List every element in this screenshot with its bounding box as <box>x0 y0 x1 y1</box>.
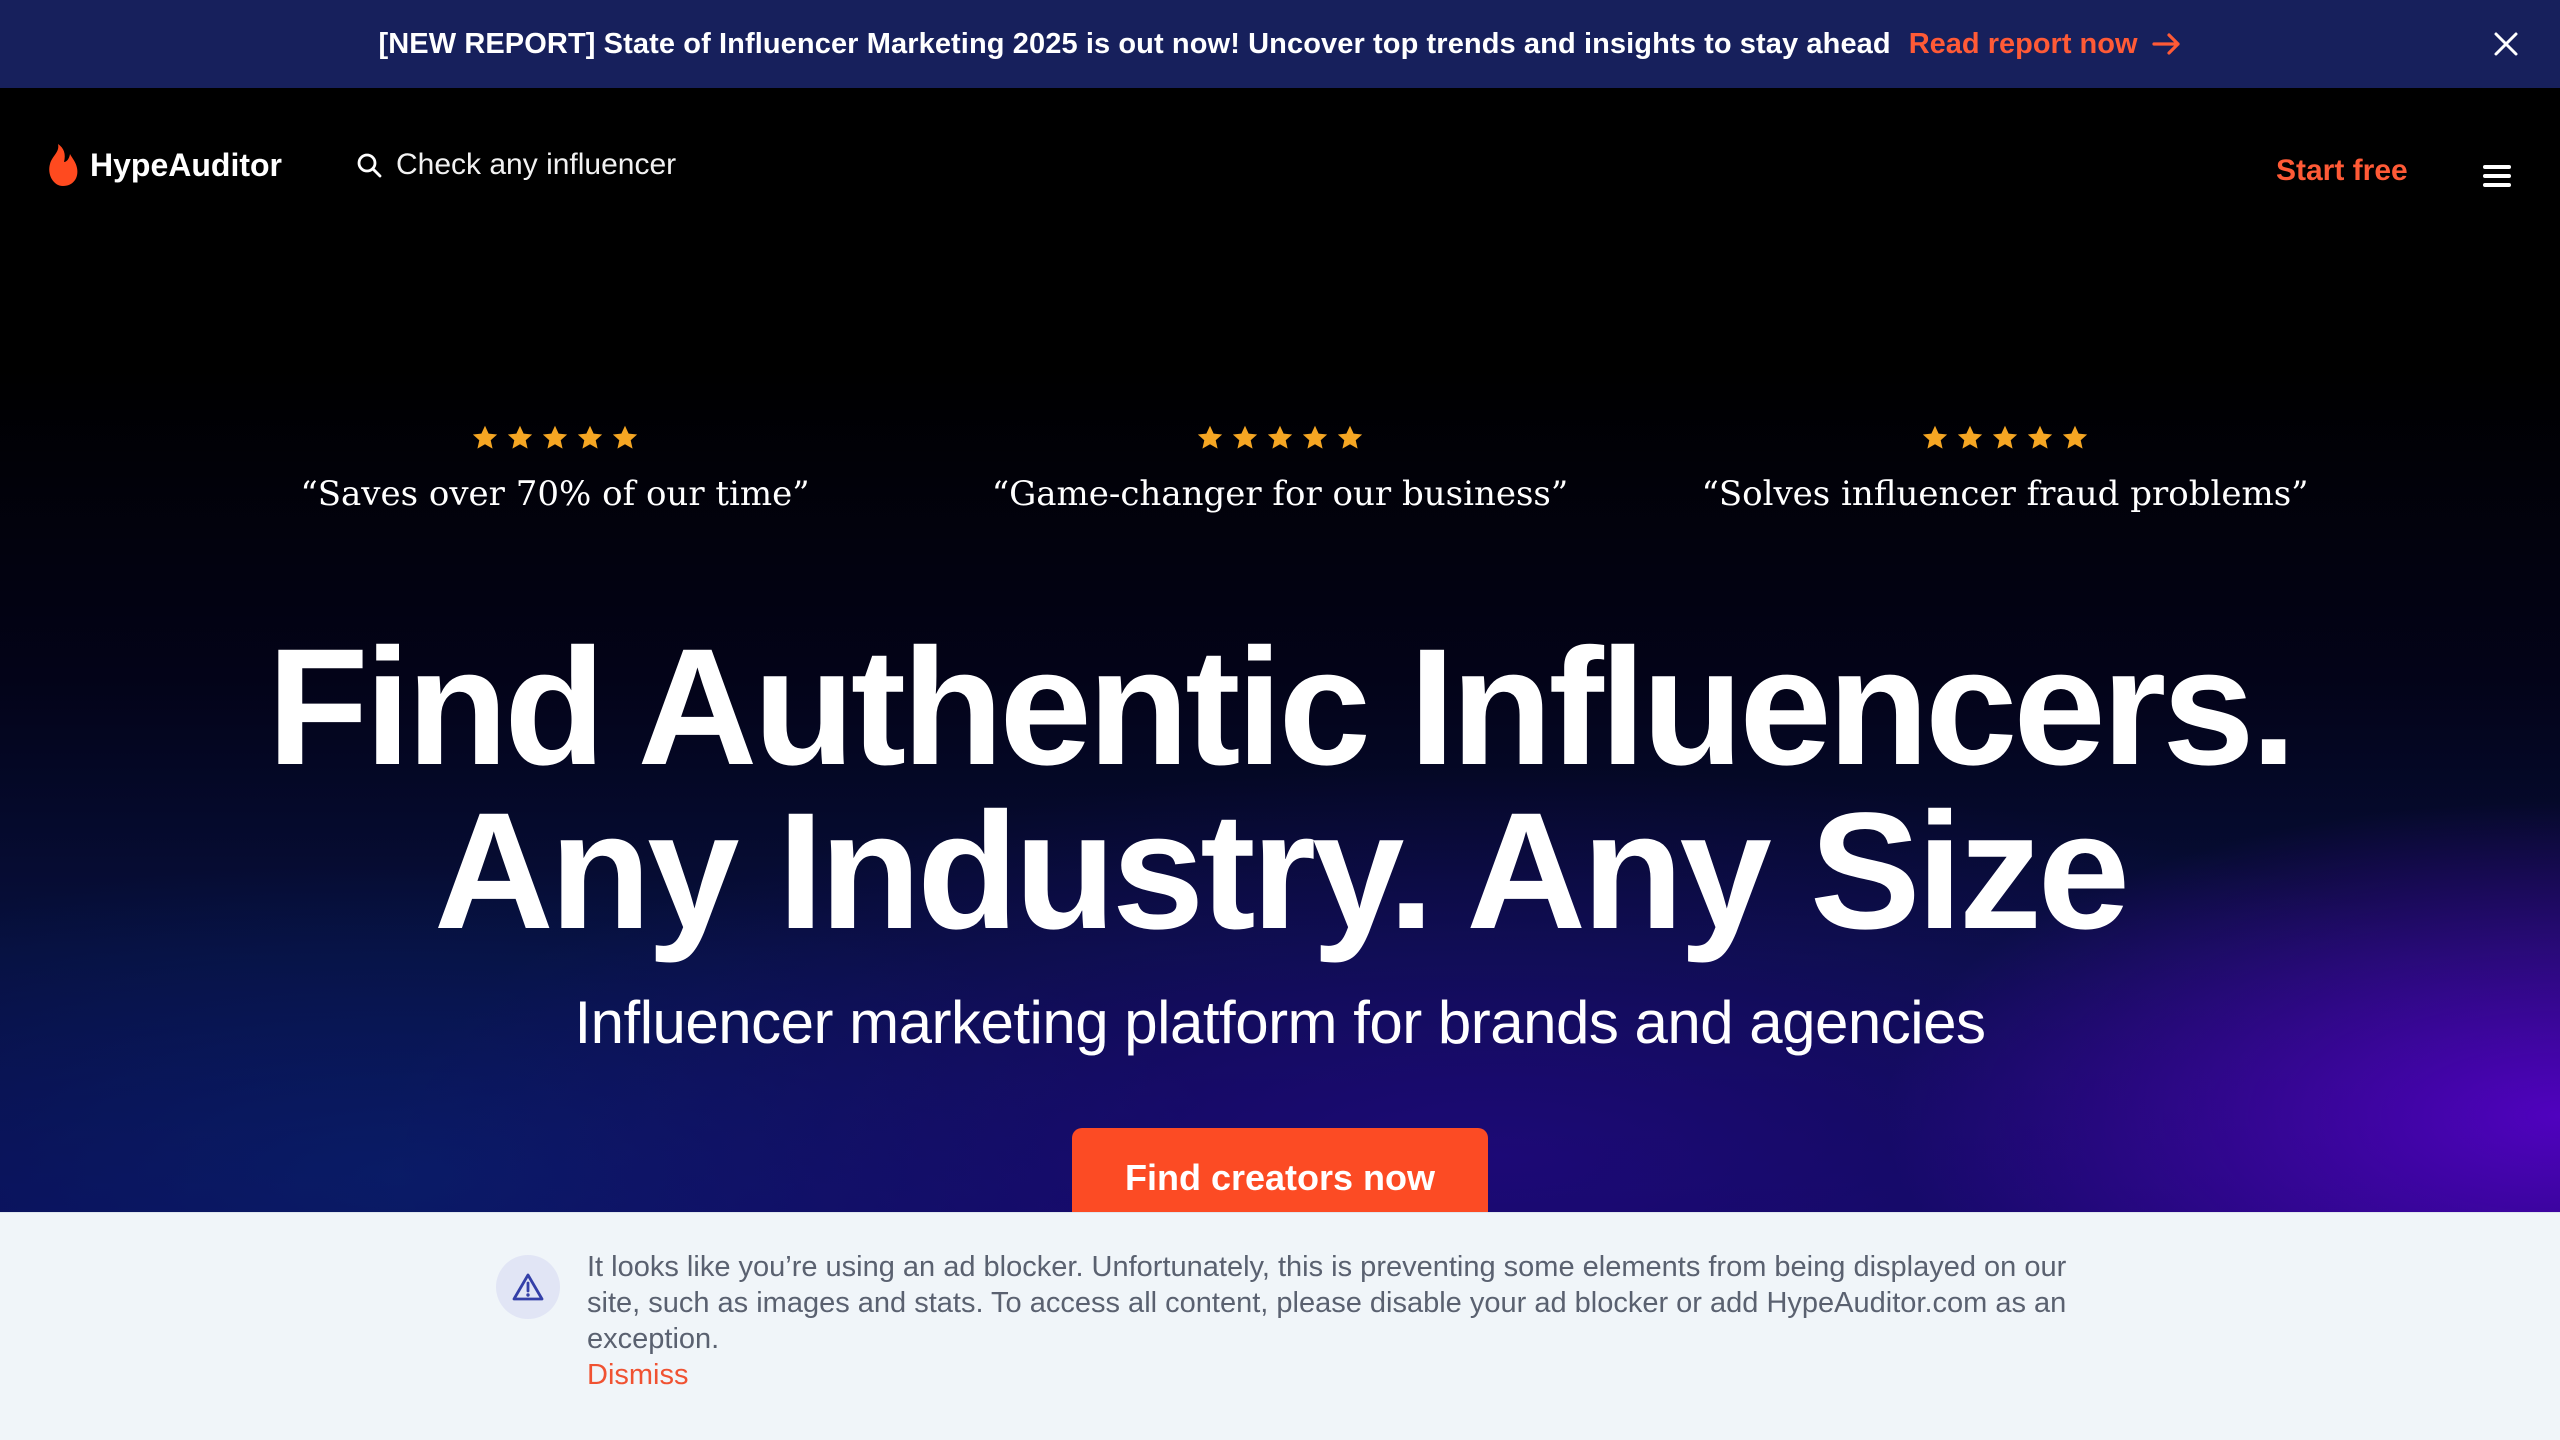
check-influencer-search[interactable]: Check any influencer <box>356 148 676 182</box>
testimonial-1: “Saves over 70% of our time” <box>205 424 905 514</box>
ad-blocker-message: It looks like you’re using an ad blocker… <box>587 1251 2067 1355</box>
star-icon <box>472 425 498 449</box>
star-icon <box>2062 425 2088 449</box>
headline-line-1: Find Authentic Influencers. <box>267 615 2297 800</box>
hamburger-menu-icon <box>2483 165 2511 169</box>
star-icon <box>612 425 638 449</box>
hero-subheadline: Influencer marketing platform for brands… <box>574 989 1986 1056</box>
start-free-button[interactable]: Start free <box>2276 154 2408 188</box>
arrow-right-icon <box>2151 33 2180 55</box>
testimonial-2: “Game-changer for our business” <box>930 424 1630 514</box>
star-icon <box>2027 425 2053 449</box>
hamburger-menu-button[interactable] <box>2480 158 2516 194</box>
star-icon <box>1267 425 1293 449</box>
testimonial-quote: “Saves over 70% of our time” <box>300 474 810 514</box>
star-icon <box>1302 425 1328 449</box>
testimonial-quote: “Game-changer for our business” <box>991 474 1569 514</box>
warning-icon <box>496 1255 560 1319</box>
star-icon <box>1197 425 1223 449</box>
star-icon <box>1232 425 1258 449</box>
hero-headline: Find Authentic Influencers. Any Industry… <box>0 625 2560 955</box>
search-icon <box>357 153 382 178</box>
read-report-link[interactable]: Read report now <box>1909 28 2182 61</box>
star-icon <box>542 425 568 449</box>
ad-blocker-notice: It looks like you’re using an ad blocker… <box>0 1212 2560 1440</box>
star-rating <box>930 424 1630 454</box>
headline-line-2: Any Industry. Any Size <box>433 779 2130 964</box>
testimonials: “Saves over 70% of our time” “Game-chang… <box>0 424 2560 534</box>
close-icon <box>2494 32 2518 56</box>
star-icon <box>507 425 533 449</box>
testimonial-3: “Solves influencer fraud problems” <box>1655 424 2355 514</box>
star-icon <box>1337 425 1363 449</box>
dismiss-link[interactable]: Dismiss <box>587 1357 689 1393</box>
flame-icon <box>49 144 78 186</box>
star-rating <box>205 424 905 454</box>
star-icon <box>1957 425 1983 449</box>
logo-link[interactable]: HypeAuditor <box>44 142 282 188</box>
hero-section: “Saves over 70% of our time” “Game-chang… <box>0 256 2560 1228</box>
star-icon <box>577 425 603 449</box>
announcement-banner: [NEW REPORT] State of Influencer Marketi… <box>0 0 2560 88</box>
read-report-label: Read report now <box>1908 27 2138 60</box>
close-banner-button[interactable] <box>2488 26 2524 62</box>
star-icon <box>1992 425 2018 449</box>
star-rating <box>1655 424 2355 454</box>
banner-text: [NEW REPORT] State of Influencer Marketi… <box>378 27 1891 60</box>
site-header: HypeAuditor Check any influencer Start f… <box>0 88 2560 256</box>
search-label: Check any influencer <box>396 148 677 181</box>
star-icon <box>1922 425 1948 449</box>
logo-text: HypeAuditor <box>90 146 282 183</box>
testimonial-quote: “Solves influencer fraud problems” <box>1701 474 2309 514</box>
